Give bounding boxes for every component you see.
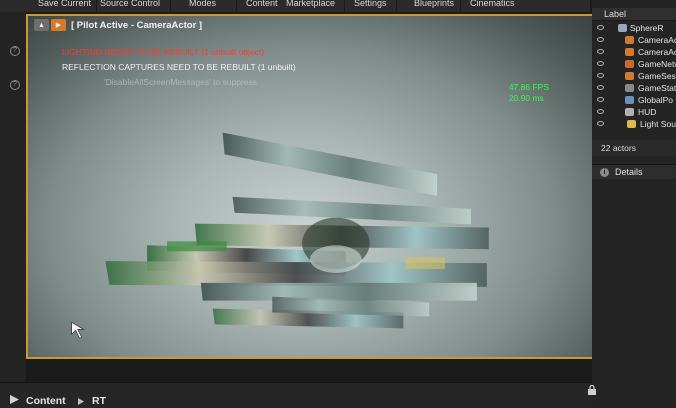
outliner-row-label: SphereR [630, 23, 664, 33]
suppress-hint: 'DisableAllScreenMessages' to suppress [104, 77, 258, 87]
toolbar-content[interactable]: Content [246, 0, 278, 8]
eject-icon[interactable]: ▲ [34, 19, 49, 31]
gamestate-icon [625, 84, 634, 92]
outliner-row[interactable]: GameNetw [592, 58, 676, 70]
visibility-eye-icon[interactable] [597, 49, 604, 54]
content-browser-bar: Content RT [0, 382, 592, 408]
stats-overlay: 47.86 FPS 20.90 ms [509, 82, 549, 104]
actor-count: 22 actors [601, 143, 636, 153]
outliner-row[interactable]: CameraAc [592, 46, 676, 58]
toolbar-cinematics[interactable]: Cinematics [470, 0, 515, 8]
outliner-list: SphereR CameraAc CameraAc GameNetw GameS… [592, 22, 676, 130]
outliner-row[interactable]: GameSes [592, 70, 676, 82]
outliner-row-label: Light Sou [640, 119, 676, 129]
visibility-eye-icon[interactable] [597, 121, 604, 126]
level-viewport[interactable]: ▲ ▶ [ Pilot Active - CameraActor ] LIGHT… [26, 14, 601, 359]
info-icon: i [600, 168, 609, 177]
main-toolbar: Save Current Source Control Modes Conten… [0, 0, 590, 12]
outliner-row-label: GameNetw [638, 59, 676, 69]
viewport-topbar: ▲ ▶ [ Pilot Active - CameraActor ] [34, 18, 202, 32]
left-panel-rail: ? ? [0, 12, 26, 382]
toolbar-divider [236, 0, 237, 12]
visibility-eye-icon[interactable] [597, 109, 604, 114]
toolbar-source-control[interactable]: Source Control [100, 0, 160, 8]
toolbar-divider [396, 0, 397, 12]
visibility-eye-icon[interactable] [597, 73, 604, 78]
sphere-reflection-icon [618, 24, 627, 32]
outliner-header[interactable]: Label [592, 8, 676, 21]
toolbar-settings[interactable]: Settings [354, 0, 387, 8]
world-outliner: Label SphereR CameraAc CameraAc GameNetw… [592, 0, 676, 408]
outliner-row[interactable]: HUD [592, 106, 676, 118]
collapse-arrow-icon[interactable] [10, 395, 19, 404]
reflection-warning: REFLECTION CAPTURES NEED TO BE REBUILT (… [62, 62, 296, 72]
outliner-row[interactable]: SphereR [592, 22, 676, 34]
label-column-header[interactable]: Label [604, 9, 626, 19]
visibility-eye-icon[interactable] [597, 85, 604, 90]
breadcrumb-folder[interactable]: RT [92, 395, 106, 407]
toolbar-divider [344, 0, 345, 12]
outliner-row-label: HUD [638, 107, 657, 117]
toolbar-marketplace[interactable]: Marketplace [286, 0, 335, 8]
gamesession-icon [625, 72, 634, 80]
actor-count-bar: 22 actors [592, 140, 676, 156]
outliner-row-label: CameraAc [638, 47, 676, 57]
visibility-eye-icon[interactable] [597, 37, 604, 42]
hud-icon [625, 108, 634, 116]
outliner-row[interactable]: Light Sou [592, 118, 676, 130]
details-tab[interactable]: i Details [592, 164, 676, 179]
toolbar-divider [96, 0, 97, 12]
visibility-eye-icon[interactable] [597, 97, 604, 102]
breadcrumb-content[interactable]: Content [26, 395, 66, 407]
outliner-row-label: GameStat [638, 83, 676, 93]
lock-icon[interactable] [586, 384, 598, 396]
ms-readout: 20.90 ms [508, 93, 544, 103]
outliner-row-label: GameSes [638, 71, 676, 81]
mouse-cursor-icon [71, 321, 85, 339]
fps-readout: 47.86 FPS [508, 82, 549, 92]
camera-icon [625, 36, 634, 44]
toolbar-save-current[interactable]: Save Current [38, 0, 91, 8]
lighting-warning: LIGHTING NEEDS TO BE REBUILT (1 unbuilt … [62, 47, 265, 57]
outliner-row-label: CameraAc [638, 35, 676, 45]
postprocess-icon [625, 96, 634, 104]
toolbar-modes[interactable]: Modes [189, 0, 216, 8]
toolbar-divider [170, 0, 171, 12]
help-icon[interactable]: ? [10, 46, 20, 56]
outliner-row[interactable]: CameraAc [592, 34, 676, 46]
toolbar-divider [460, 0, 461, 12]
outliner-row[interactable]: GameStat [592, 82, 676, 94]
details-label: Details [615, 167, 643, 177]
camera-icon[interactable]: ▶ [51, 19, 66, 31]
scene-stripes [105, 132, 489, 329]
gamenetwork-icon [625, 60, 634, 68]
light-icon [627, 120, 636, 128]
camera-icon [625, 48, 634, 56]
visibility-eye-icon[interactable] [597, 61, 604, 66]
visibility-eye-icon[interactable] [597, 25, 604, 30]
pilot-label: [ Pilot Active - CameraActor ] [71, 19, 203, 31]
outliner-row-label: GlobalPo [638, 95, 673, 105]
toolbar-blueprints[interactable]: Blueprints [414, 0, 454, 8]
help-icon[interactable]: ? [10, 80, 20, 90]
outliner-row[interactable]: GlobalPo [592, 94, 676, 106]
chevron-right-icon[interactable] [78, 398, 84, 405]
